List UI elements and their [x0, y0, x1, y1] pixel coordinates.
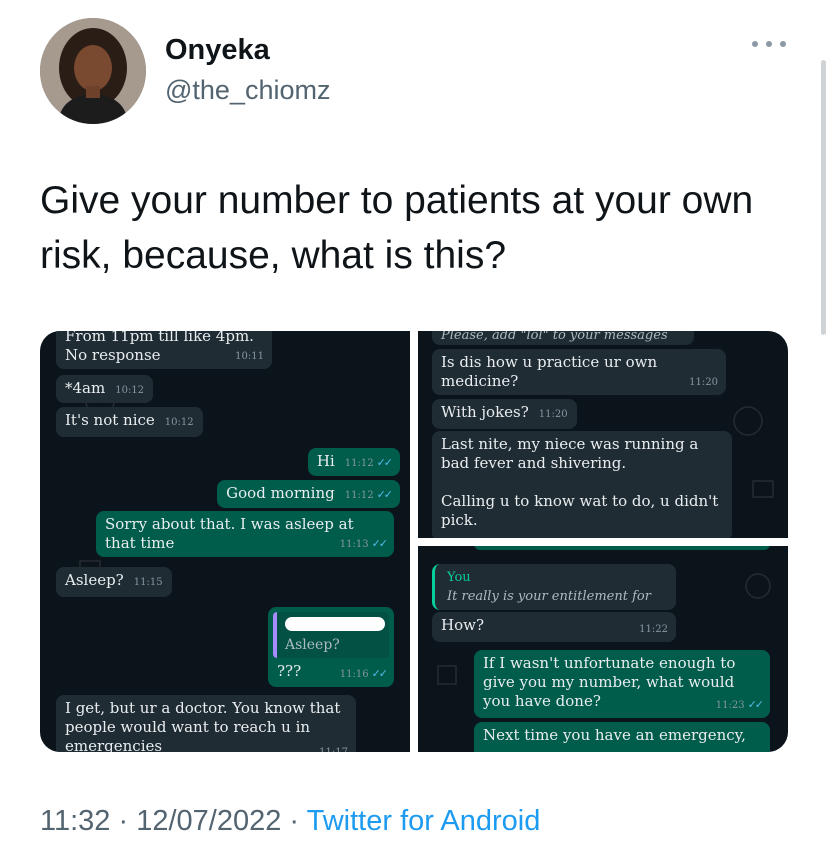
message-incoming[interactable]: I get, but ur a doctor. You know that pe…	[56, 695, 356, 752]
message-time: 11:20	[689, 377, 718, 388]
message-text: Please, add "lol" to your messages	[441, 331, 668, 343]
quoted-sender: You	[447, 570, 471, 585]
message-incoming-reply[interactable]: YouIt really is your entitlement for me	[432, 564, 676, 623]
message-outgoing-reply[interactable]: Asleep? ??? 11:16 ✓✓	[268, 607, 394, 687]
message-time: 11:20	[538, 409, 568, 420]
chat-screenshot-2[interactable]: Please, add "lol" to your messages Is di…	[418, 331, 788, 538]
message-text: I get, but ur a doctor. You know that pe…	[65, 699, 341, 752]
more-options-icon[interactable]	[752, 36, 786, 52]
message-text: Asleep?	[65, 571, 124, 589]
tweet-metadata: 11:32 · 12/07/2022 · Twitter for Android	[40, 805, 540, 838]
message-time: 11:12	[344, 490, 374, 501]
message-incoming[interactable]: Is dis how u practice ur own medicine? 11…	[432, 349, 726, 395]
message-outgoing[interactable]: Good morning 11:12 ✓✓	[217, 480, 400, 508]
message-text: Next time you have an emergency,	[483, 726, 746, 744]
message-text: It's not nice	[65, 411, 155, 429]
message-incoming-partial[interactable]: Please, add "lol" to your messages	[432, 331, 694, 345]
message-text: Hi	[316, 452, 335, 470]
message-time: 11:12	[344, 458, 374, 469]
tweet-date[interactable]: 12/07/2022	[136, 805, 281, 837]
quoted-message-text: Asleep?	[285, 637, 340, 653]
tweet-time[interactable]: 11:32	[40, 805, 110, 837]
quoted-message[interactable]: Asleep?	[273, 612, 389, 658]
message-time: 11:17	[319, 743, 348, 752]
read-receipt-icon: ✓✓	[376, 488, 394, 501]
message-text: *4am	[65, 379, 106, 397]
message-time: 11:15	[133, 577, 163, 588]
message-text: If I wasn't unfortunate enough to give y…	[483, 654, 736, 710]
message-text: Sorry about that. I was asleep at that t…	[105, 515, 354, 552]
message-text: Good morning	[226, 484, 335, 502]
message-text: Is dis how u practice ur own medicine?	[441, 353, 658, 390]
message-text: From 11pm till like 4pm. No response	[65, 331, 254, 364]
message-incoming[interactable]: With jokes? 11:20	[432, 399, 577, 429]
redacted-name	[285, 617, 385, 631]
message-time: 10:12	[164, 417, 194, 428]
message-time: 11:22	[639, 624, 668, 635]
author-display-name[interactable]: Onyeka	[165, 34, 270, 67]
message-text: Last nite, my niece was running a bad fe…	[441, 435, 719, 529]
message-outgoing-partial	[474, 546, 770, 550]
tweet-source-link[interactable]: Twitter for Android	[307, 805, 541, 837]
media-grid: From 11pm till like 4pm. No response 10:1…	[40, 331, 788, 752]
chat-screenshot-1[interactable]: From 11pm till like 4pm. No response 10:1…	[40, 331, 410, 752]
read-receipt-icon: ✓✓	[376, 456, 394, 469]
message-time: 10:11	[235, 351, 264, 362]
read-receipt-icon: ✓✓	[371, 667, 389, 680]
message-text: How?	[441, 616, 484, 634]
message-outgoing-partial[interactable]: Next time you have an emergency,	[474, 722, 770, 752]
author-handle[interactable]: @the_chiomz	[165, 75, 330, 106]
message-outgoing[interactable]: Sorry about that. I was asleep at that t…	[96, 511, 394, 557]
tweet-text: Give your number to patients at your own…	[40, 179, 754, 277]
message-incoming[interactable]: It's not nice 10:12	[56, 407, 203, 437]
read-receipt-icon: ✓✓	[371, 537, 389, 550]
message-incoming[interactable]: Asleep? 11:15	[56, 567, 172, 597]
message-incoming[interactable]: Last nite, my niece was running a bad fe…	[432, 431, 732, 538]
message-text: ???	[277, 662, 302, 680]
message-time: 10:12	[115, 385, 145, 396]
message-incoming[interactable]: How? 11:22	[432, 612, 676, 642]
message-outgoing[interactable]: If I wasn't unfortunate enough to give y…	[474, 650, 770, 718]
message-outgoing[interactable]: Hi 11:12 ✓✓	[307, 448, 400, 476]
user-avatar-photo	[40, 18, 146, 124]
message-incoming[interactable]: From 11pm till like 4pm. No response 10:1…	[56, 331, 272, 369]
message-time: 11:23	[715, 700, 745, 711]
separator: ·	[110, 805, 137, 837]
separator: ·	[281, 805, 307, 837]
read-receipt-icon: ✓✓	[747, 698, 765, 711]
message-time: 11:16	[339, 669, 369, 680]
message-time: 11:13	[339, 539, 369, 550]
scrollbar[interactable]	[821, 60, 826, 335]
avatar[interactable]	[40, 18, 146, 124]
message-incoming[interactable]: *4am 10:12	[56, 375, 154, 403]
message-text: With jokes?	[441, 403, 529, 421]
chat-screenshot-3[interactable]: YouIt really is your entitlement for me …	[418, 546, 788, 752]
